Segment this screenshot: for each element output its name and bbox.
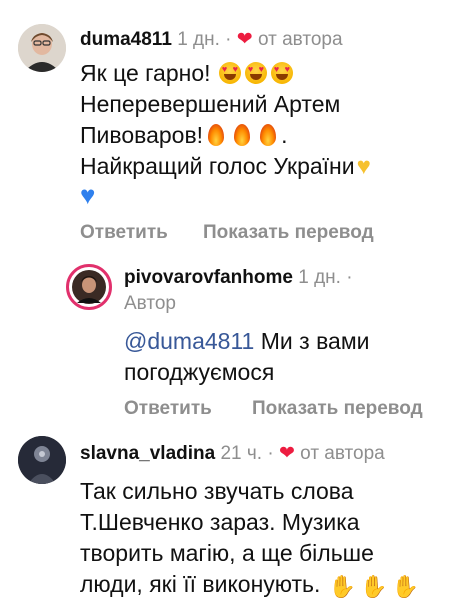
fire-emoji bbox=[203, 122, 281, 148]
comment-text-line: Найкращий голос України♥ bbox=[80, 153, 371, 180]
comment-text-line: творить магію, а ще більше bbox=[80, 540, 374, 566]
comment-time: 21 ч. · bbox=[220, 443, 274, 464]
liked-by-author-label: от автора bbox=[300, 443, 385, 464]
reply-text-line: погоджуємося bbox=[124, 359, 275, 385]
comment-text-line: Як це гарно! bbox=[80, 58, 295, 89]
translate-button[interactable]: Показать перевод bbox=[252, 398, 423, 420]
comment-username[interactable]: duma4811 bbox=[80, 29, 172, 50]
heart-icon: ❤ bbox=[278, 443, 295, 464]
yellow-heart-emoji: ♥ bbox=[356, 153, 371, 180]
comment-text-line: Неперевершений Артем bbox=[80, 91, 341, 117]
blue-heart-emoji: ♥ bbox=[80, 180, 96, 210]
heart-icon: ❤ bbox=[236, 29, 253, 50]
reply-button[interactable]: Ответить bbox=[124, 398, 212, 420]
translate-button[interactable]: Показать перевод bbox=[203, 222, 374, 244]
liked-by-author-label: от автора bbox=[257, 29, 343, 50]
reply-button[interactable]: Ответить bbox=[80, 222, 168, 244]
author-badge: Автор bbox=[124, 293, 176, 314]
avatar[interactable] bbox=[18, 24, 66, 72]
mention-link[interactable]: @duma4811 bbox=[124, 328, 254, 354]
reply-text-line: @duma4811 Ми з вами bbox=[124, 328, 370, 354]
comment-text-line: Т.Шевченко зараз. Музика bbox=[80, 509, 360, 535]
comment-text-line: люди, які її виконують. ✋ ✋ ✋ bbox=[80, 571, 420, 599]
reply-time: 1 дн. · bbox=[298, 267, 353, 288]
avatar[interactable] bbox=[18, 436, 66, 484]
avatar[interactable] bbox=[66, 264, 112, 310]
comment-text-line: Пивоваров!. bbox=[80, 122, 288, 148]
reply-username[interactable]: pivovarovfanhome bbox=[124, 267, 293, 288]
comment-text-line: Так сильно звучать слова bbox=[80, 478, 354, 504]
clapping-hands-emoji: ✋ ✋ ✋ bbox=[328, 574, 420, 599]
comment-time: 1 дн. · bbox=[177, 29, 232, 50]
comment-username[interactable]: slavna_vladina bbox=[80, 443, 215, 464]
heart-eyes-emoji bbox=[217, 60, 295, 86]
